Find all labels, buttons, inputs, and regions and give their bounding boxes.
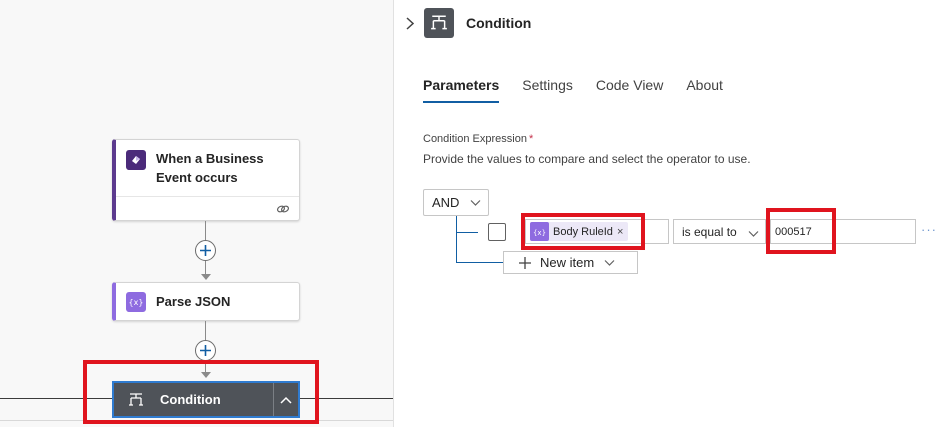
workflow-canvas: When a Business Event occurs {x} Parse J… [0, 0, 393, 427]
field-help-text: Provide the values to compare and select… [423, 152, 751, 166]
operator-dropdown[interactable]: is equal to [673, 219, 766, 244]
chevron-down-icon [748, 231, 759, 237]
condition-icon [424, 8, 454, 38]
chevron-down-icon [604, 260, 615, 266]
tab-parameters[interactable]: Parameters [423, 77, 500, 103]
business-event-icon [126, 150, 146, 170]
trigger-card-title: When a Business Event occurs [156, 151, 264, 185]
group-operator-value: AND [432, 195, 460, 210]
plus-icon [519, 256, 531, 269]
insert-step-button[interactable] [195, 340, 216, 361]
plus-icon [200, 245, 211, 256]
condition-expression-label-text: Condition Expression [423, 133, 527, 145]
tab-about[interactable]: About [686, 77, 723, 103]
svg-text:{x}: {x} [129, 298, 143, 307]
highlight-box [521, 213, 645, 250]
new-item-button[interactable]: New item [503, 251, 638, 274]
trigger-card-body: When a Business Event occurs [116, 140, 299, 196]
required-mark: * [528, 133, 534, 145]
chevron-down-icon [470, 200, 481, 206]
connector-line [205, 261, 206, 275]
row-more-button[interactable]: ··· [921, 222, 937, 237]
new-item-label: New item [540, 255, 595, 270]
connector-line [205, 321, 206, 341]
trigger-card-footer [116, 196, 299, 221]
tree-connector [456, 232, 478, 233]
panel-header: Condition [394, 0, 940, 46]
panel-title[interactable]: Condition [466, 15, 531, 31]
connector-arrow [201, 274, 211, 280]
panel-tabs: Parameters Settings Code View About [423, 77, 723, 103]
highlight-box [83, 360, 319, 424]
highlight-box [766, 208, 836, 254]
variable-icon: {x} [126, 292, 146, 312]
insert-step-button[interactable] [195, 240, 216, 261]
row-select-checkbox[interactable] [488, 223, 506, 241]
tree-connector [456, 216, 457, 263]
plus-icon [200, 345, 211, 356]
link-icon[interactable] [276, 203, 290, 215]
condition-expression-label: Condition Expression * [423, 133, 533, 145]
tree-connector [456, 262, 503, 263]
group-operator-dropdown[interactable]: AND [423, 189, 489, 216]
trigger-card[interactable]: When a Business Event occurs [112, 139, 300, 221]
parse-json-title: Parse JSON [156, 294, 231, 309]
tab-settings[interactable]: Settings [522, 77, 573, 103]
chevron-right-icon [406, 16, 414, 30]
collapse-panel-button[interactable] [400, 13, 420, 33]
tab-code-view[interactable]: Code View [596, 77, 663, 103]
operator-value: is equal to [682, 224, 737, 239]
parse-json-card[interactable]: {x} Parse JSON [112, 282, 300, 321]
details-panel: Condition Parameters Settings Code View … [393, 0, 940, 427]
